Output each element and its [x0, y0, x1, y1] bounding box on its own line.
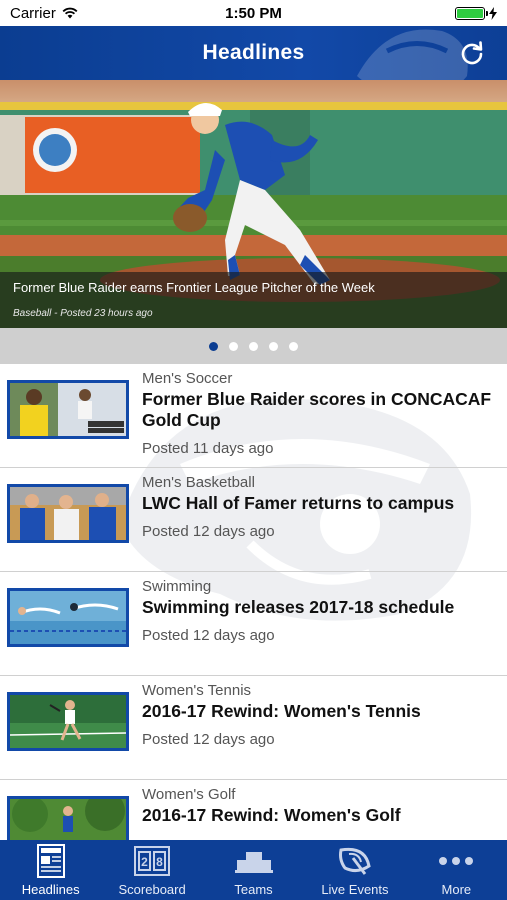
page-title: Headlines	[202, 41, 305, 64]
pager-dot[interactable]	[249, 341, 258, 351]
news-text: Men's Soccer Former Blue Raider scores i…	[142, 370, 499, 457]
battery-icon	[455, 6, 488, 20]
newspaper-icon	[36, 844, 65, 878]
refresh-icon	[461, 41, 483, 65]
news-thumbnail	[7, 692, 129, 751]
pager-dot[interactable]	[269, 341, 278, 351]
wifi-icon	[62, 7, 78, 19]
pager-dot[interactable]	[209, 341, 218, 351]
charging-bolt-icon	[489, 6, 497, 20]
news-thumbnail	[7, 484, 129, 543]
news-thumbnail	[7, 796, 129, 840]
svg-text:8: 8	[156, 855, 163, 869]
news-title: 2016-17 Rewind: Women's Golf	[142, 805, 401, 825]
news-title: Swimming releases 2017-18 schedule	[142, 597, 455, 617]
pager-dot[interactable]	[229, 341, 238, 351]
list-item[interactable]: Men's Soccer Former Blue Raider scores i…	[0, 364, 507, 468]
status-right	[455, 6, 497, 20]
battery-level	[457, 8, 483, 18]
tab-label: Live Events	[321, 882, 389, 897]
news-list[interactable]: Men's Soccer Former Blue Raider scores i…	[0, 364, 507, 840]
status-bar: Carrier 1:50 PM	[0, 0, 507, 26]
tab-live-events[interactable]: Live Events	[304, 840, 405, 900]
list-item[interactable]: Women's Golf 2016-17 Rewind: Women's Gol…	[0, 780, 507, 840]
tab-label: Scoreboard	[118, 882, 186, 897]
carrier-label: Carrier	[10, 4, 56, 22]
svg-text:2: 2	[141, 855, 148, 869]
teams-icon	[234, 844, 274, 878]
tab-bar: Headlines 2 8 Scoreboard Teams Live Even…	[0, 840, 507, 900]
tab-label: Headlines	[21, 882, 80, 897]
more-dots-icon	[438, 844, 474, 878]
list-item[interactable]: Swimming Swimming releases 2017-18 sched…	[0, 572, 507, 676]
news-category: Women's Tennis	[142, 682, 252, 699]
featured-story-caption: Former Blue Raider earns Frontier League…	[0, 272, 507, 328]
tab-scoreboard[interactable]: 2 8 Scoreboard	[101, 840, 202, 900]
news-category: Swimming	[142, 578, 212, 595]
pager-dot[interactable]	[289, 341, 298, 351]
satellite-icon	[335, 844, 375, 878]
news-title: 2016-17 Rewind: Women's Tennis	[142, 701, 421, 721]
status-left: Carrier	[10, 5, 78, 22]
news-text: Men's Basketball LWC Hall of Famer retur…	[142, 474, 499, 540]
navigation-bar: Headlines	[0, 26, 507, 80]
scoreboard-icon: 2 8	[134, 844, 171, 878]
news-thumbnail	[7, 588, 129, 647]
news-text: Women's Tennis 2016-17 Rewind: Women's T…	[142, 682, 499, 748]
news-text: Women's Golf 2016-17 Rewind: Women's Gol…	[142, 786, 499, 835]
featured-story-meta: Baseball - Posted 23 hours ago	[13, 308, 153, 319]
news-date: Posted 12 days ago	[142, 627, 275, 644]
tab-label: More	[441, 882, 472, 897]
refresh-button[interactable]	[457, 38, 487, 68]
news-date: Posted 11 days ago	[142, 440, 274, 457]
news-title: LWC Hall of Famer returns to campus	[142, 493, 455, 513]
tab-more[interactable]: More	[406, 840, 507, 900]
news-text: Swimming Swimming releases 2017-18 sched…	[142, 578, 499, 644]
news-title: Former Blue Raider scores in CONCACAF Go…	[142, 389, 492, 430]
featured-story-title: Former Blue Raider earns Frontier League…	[13, 280, 375, 295]
news-category: Men's Basketball	[142, 474, 255, 491]
list-item[interactable]: Women's Tennis 2016-17 Rewind: Women's T…	[0, 676, 507, 780]
news-thumbnail	[7, 380, 129, 439]
news-category: Women's Golf	[142, 786, 236, 803]
tab-label: Teams	[234, 882, 273, 897]
tab-teams[interactable]: Teams	[203, 840, 304, 900]
list-item[interactable]: Men's Basketball LWC Hall of Famer retur…	[0, 468, 507, 572]
news-date: Posted 12 days ago	[142, 731, 275, 748]
news-date: Posted 12 days ago	[142, 523, 275, 540]
featured-story[interactable]: Former Blue Raider earns Frontier League…	[0, 80, 507, 328]
tab-headlines[interactable]: Headlines	[0, 840, 101, 900]
carousel-pager[interactable]	[0, 328, 507, 364]
news-category: Men's Soccer	[142, 370, 233, 387]
